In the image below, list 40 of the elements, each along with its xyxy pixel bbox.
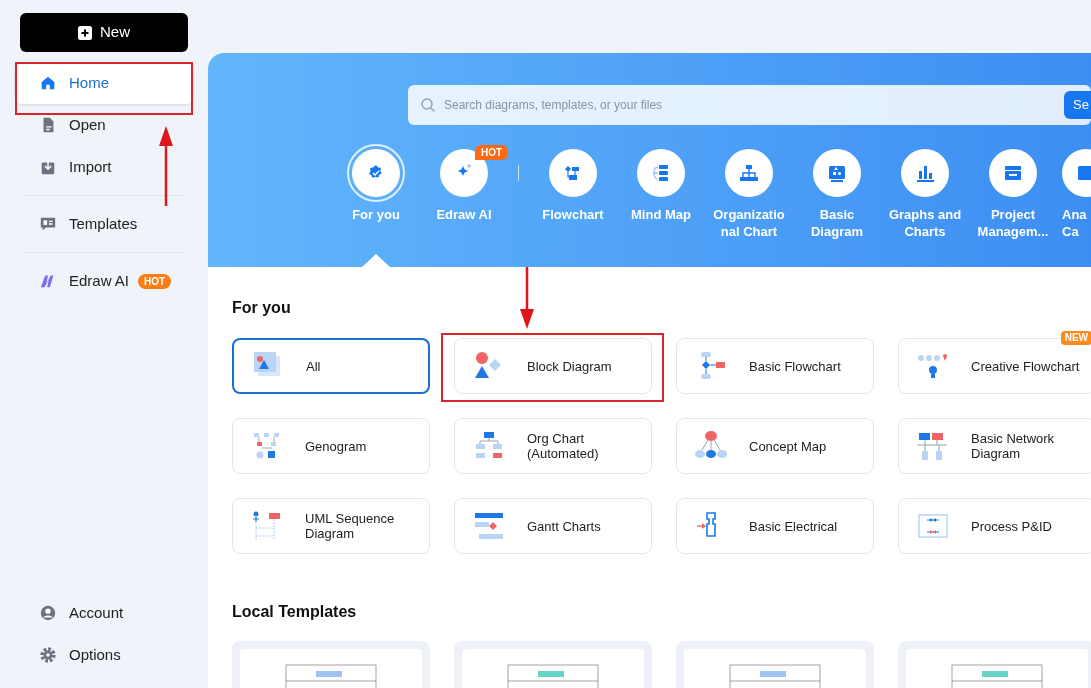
sidebar-item[interactable]: Home [15,62,193,104]
search-field[interactable]: Search diagrams, templates, or your files Se [408,85,1091,125]
template-card[interactable]: Basic Electrical [676,498,874,554]
sequence-diagram-icon [251,510,283,542]
chat-icon [39,215,57,233]
template-card[interactable]: Genogram [232,418,430,474]
template-thumbnail[interactable] [454,641,652,688]
new-button[interactable]: New [20,13,188,52]
account-icon [39,604,57,622]
hot-badge: HOT [475,145,509,160]
network-icon [917,430,949,462]
annotation-arrow [520,267,534,329]
template-card[interactable]: All [232,338,430,394]
search-button[interactable]: Se [1064,91,1091,119]
sidebar-item[interactable]: Account [15,594,193,632]
sidebar-item[interactable]: Templates [15,203,193,245]
section-heading: Local Templates [232,602,358,622]
sidebar-item[interactable]: Options [15,636,193,674]
gantt-icon [473,510,505,542]
template-card[interactable]: Org Chart (Automated) [454,418,652,474]
new-badge: NEW [1060,331,1091,345]
plus-icon [78,25,92,40]
sidebar-item[interactable]: Edraw AI HOT [15,260,193,302]
sidebar-item[interactable]: Import [15,146,193,188]
template-thumbnail[interactable] [232,641,430,688]
template-card[interactable]: UML Sequence Diagram [232,498,430,554]
template-card[interactable]: Concept Map [676,418,874,474]
template-card[interactable]: Basic Network Diagram [898,418,1091,474]
settings-icon [39,646,57,664]
template-card[interactable]: Basic Flowchart [676,338,874,394]
hot-badge: HOT [138,273,172,289]
template-thumbnail[interactable] [898,641,1091,688]
template-thumbnail[interactable] [676,641,874,688]
template-card[interactable]: Process P&ID [898,498,1091,554]
search-icon [420,97,436,113]
section-heading: For you [232,298,292,318]
template-card[interactable]: Gantt Charts [454,498,652,554]
home-icon [39,74,57,92]
import-icon [39,158,57,176]
template-card[interactable]: Block Diagram [454,338,652,394]
